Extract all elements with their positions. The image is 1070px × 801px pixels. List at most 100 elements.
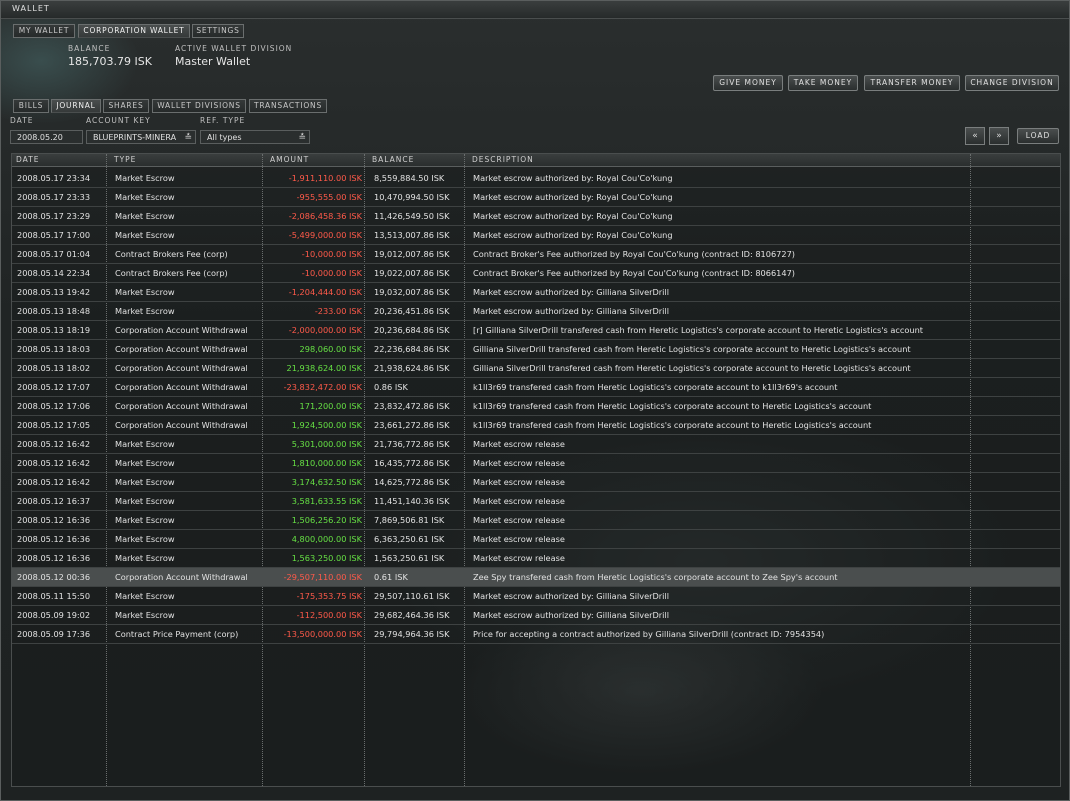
balance-cell: 23,661,272.86 ISK	[374, 420, 450, 430]
amount-cell: -2,086,458.36 ISK	[288, 211, 362, 221]
description-cell: Market escrow release	[473, 439, 565, 449]
type-cell: Market Escrow	[115, 192, 175, 202]
type-cell: Corporation Account Withdrawal	[115, 344, 248, 354]
take-money-button[interactable]: TAKE MONEY	[788, 75, 858, 91]
date-filter-label: DATE	[10, 116, 34, 125]
type-cell: Market Escrow	[115, 534, 175, 544]
column-header-date[interactable]: DATE	[16, 155, 40, 164]
account-key-label: ACCOUNT KEY	[86, 116, 151, 125]
amount-cell: -10,000.00 ISK	[301, 249, 362, 259]
table-row[interactable]: 2008.05.12 17:05 Corporation Account With…	[12, 416, 1060, 435]
chevron-down-icon: ≛	[184, 133, 192, 143]
tab-journal[interactable]: JOURNAL	[51, 99, 101, 113]
table-row[interactable]: 2008.05.09 17:36 Contract Price Payment (…	[12, 625, 1060, 644]
type-cell: Market Escrow	[115, 173, 175, 183]
table-row[interactable]: 2008.05.13 19:42 Market Escrow -1,204,444.…	[12, 283, 1060, 302]
tab-shares[interactable]: SHARES	[103, 99, 149, 113]
table-row[interactable]: 2008.05.17 01:04 Contract Brokers Fee (co…	[12, 245, 1060, 264]
description-cell: Market escrow release	[473, 534, 565, 544]
rewind-icon[interactable]: «	[965, 127, 985, 145]
type-cell: Market Escrow	[115, 610, 175, 620]
chevron-down-icon: ≛	[298, 133, 306, 143]
ref-type-label: REF. TYPE	[200, 116, 246, 125]
amount-cell: 4,800,000.00 ISK	[291, 534, 362, 544]
type-cell: Contract Brokers Fee (corp)	[115, 249, 228, 259]
table-row[interactable]: 2008.05.12 16:42 Market Escrow 5,301,000.0…	[12, 435, 1060, 454]
table-row[interactable]: 2008.05.13 18:02 Corporation Account With…	[12, 359, 1060, 378]
transfer-money-button[interactable]: TRANSFER MONEY	[864, 75, 960, 91]
amount-cell: -23,832,472.00 ISK	[283, 382, 362, 392]
table-row[interactable]: 2008.05.17 23:34 Market Escrow -1,911,110.…	[12, 169, 1060, 188]
fast-forward-icon[interactable]: »	[989, 127, 1009, 145]
type-cell: Contract Brokers Fee (corp)	[115, 268, 228, 278]
table-row[interactable]: 2008.05.11 15:50 Market Escrow -175,353.75…	[12, 587, 1060, 606]
balance-cell: 21,938,624.86 ISK	[374, 363, 450, 373]
table-row[interactable]: 2008.05.12 16:36 Market Escrow 1,506,256.2…	[12, 511, 1060, 530]
table-row[interactable]: 2008.05.12 16:36 Market Escrow 1,563,250.0…	[12, 549, 1060, 568]
table-row[interactable]: 2008.05.13 18:48 Market Escrow -233.00 ISK…	[12, 302, 1060, 321]
tab-wallet-divisions[interactable]: WALLET DIVISIONS	[152, 99, 246, 113]
tab-bills[interactable]: BILLS	[13, 99, 49, 113]
table-row[interactable]: 2008.05.12 17:07 Corporation Account With…	[12, 378, 1060, 397]
table-row[interactable]: 2008.05.12 16:36 Market Escrow 4,800,000.0…	[12, 530, 1060, 549]
date-cell: 2008.05.13 19:42	[17, 287, 91, 297]
date-input[interactable]: 2008.05.20	[10, 130, 83, 144]
ref-type-select[interactable]: All types ≛	[200, 130, 310, 144]
type-cell: Market Escrow	[115, 477, 175, 487]
wallet-window: WALLET MY WALLET CORPORATION WALLET SETT…	[0, 0, 1070, 801]
change-division-button[interactable]: CHANGE DIVISION	[965, 75, 1059, 91]
balance-label: BALANCE	[68, 44, 111, 53]
date-cell: 2008.05.13 18:48	[17, 306, 91, 316]
date-cell: 2008.05.12 17:07	[17, 382, 91, 392]
table-row[interactable]: 2008.05.12 16:37 Market Escrow 3,581,633.5…	[12, 492, 1060, 511]
type-cell: Market Escrow	[115, 287, 175, 297]
table-row[interactable]: 2008.05.13 18:19 Corporation Account With…	[12, 321, 1060, 340]
table-row[interactable]: 2008.05.09 19:02 Market Escrow -112,500.00…	[12, 606, 1060, 625]
amount-cell: -10,000.00 ISK	[301, 268, 362, 278]
type-cell: Market Escrow	[115, 591, 175, 601]
table-row[interactable]: 2008.05.17 23:29 Market Escrow -2,086,458.…	[12, 207, 1060, 226]
balance-cell: 20,236,451.86 ISK	[374, 306, 450, 316]
description-cell: Market escrow authorized by: Gilliana Si…	[473, 306, 670, 316]
date-cell: 2008.05.09 17:36	[17, 629, 91, 639]
column-header-amount[interactable]: AMOUNT	[270, 155, 309, 164]
type-cell: Market Escrow	[115, 496, 175, 506]
account-key-select[interactable]: BLUEPRINTS-MINERA ≛	[86, 130, 196, 144]
table-row[interactable]: 2008.05.12 16:42 Market Escrow 3,174,632.5…	[12, 473, 1060, 492]
table-row[interactable]: 2008.05.12 00:36 Corporation Account With…	[12, 568, 1060, 587]
tab-transactions[interactable]: TRANSACTIONS	[249, 99, 327, 113]
description-cell: Market escrow authorized by: Royal Cou'C…	[473, 211, 673, 221]
column-header-balance[interactable]: BALANCE	[372, 155, 414, 164]
table-row[interactable]: 2008.05.13 18:03 Corporation Account With…	[12, 340, 1060, 359]
type-cell: Market Escrow	[115, 439, 175, 449]
tab-settings[interactable]: SETTINGS	[192, 24, 244, 38]
balance-cell: 0.61 ISK	[374, 572, 408, 582]
date-cell: 2008.05.13 18:03	[17, 344, 91, 354]
table-row[interactable]: 2008.05.12 17:06 Corporation Account With…	[12, 397, 1060, 416]
tab-my-wallet[interactable]: MY WALLET	[13, 24, 75, 38]
balance-cell: 11,426,549.50 ISK	[374, 211, 450, 221]
balance-cell: 0.86 ISK	[374, 382, 408, 392]
table-row[interactable]: 2008.05.12 16:42 Market Escrow 1,810,000.0…	[12, 454, 1060, 473]
type-cell: Market Escrow	[115, 306, 175, 316]
table-row[interactable]: 2008.05.14 22:34 Contract Brokers Fee (co…	[12, 264, 1060, 283]
tab-corporation-wallet[interactable]: CORPORATION WALLET	[78, 24, 190, 38]
balance-cell: 10,470,994.50 ISK	[374, 192, 450, 202]
column-header-type[interactable]: TYPE	[114, 155, 136, 164]
load-button[interactable]: LOAD	[1017, 128, 1059, 144]
window-titlebar[interactable]: WALLET	[1, 1, 1069, 19]
balance-cell: 6,363,250.61 ISK	[374, 534, 445, 544]
amount-cell: 1,924,500.00 ISK	[291, 420, 362, 430]
description-cell: Contract Broker's Fee authorized by Roya…	[473, 249, 796, 259]
table-row[interactable]: 2008.05.17 23:33 Market Escrow -955,555.00…	[12, 188, 1060, 207]
division-label: ACTIVE WALLET DIVISION	[175, 44, 293, 53]
balance-cell: 11,451,140.36 ISK	[374, 496, 450, 506]
give-money-button[interactable]: GIVE MONEY	[713, 75, 783, 91]
description-cell: Market escrow release	[473, 477, 565, 487]
amount-cell: -955,555.00 ISK	[296, 192, 362, 202]
balance-cell: 22,236,684.86 ISK	[374, 344, 450, 354]
table-row[interactable]: 2008.05.17 17:00 Market Escrow -5,499,000.…	[12, 226, 1060, 245]
type-cell: Corporation Account Withdrawal	[115, 363, 248, 373]
column-header-description[interactable]: DESCRIPTION	[472, 155, 534, 164]
amount-cell: -233.00 ISK	[314, 306, 362, 316]
